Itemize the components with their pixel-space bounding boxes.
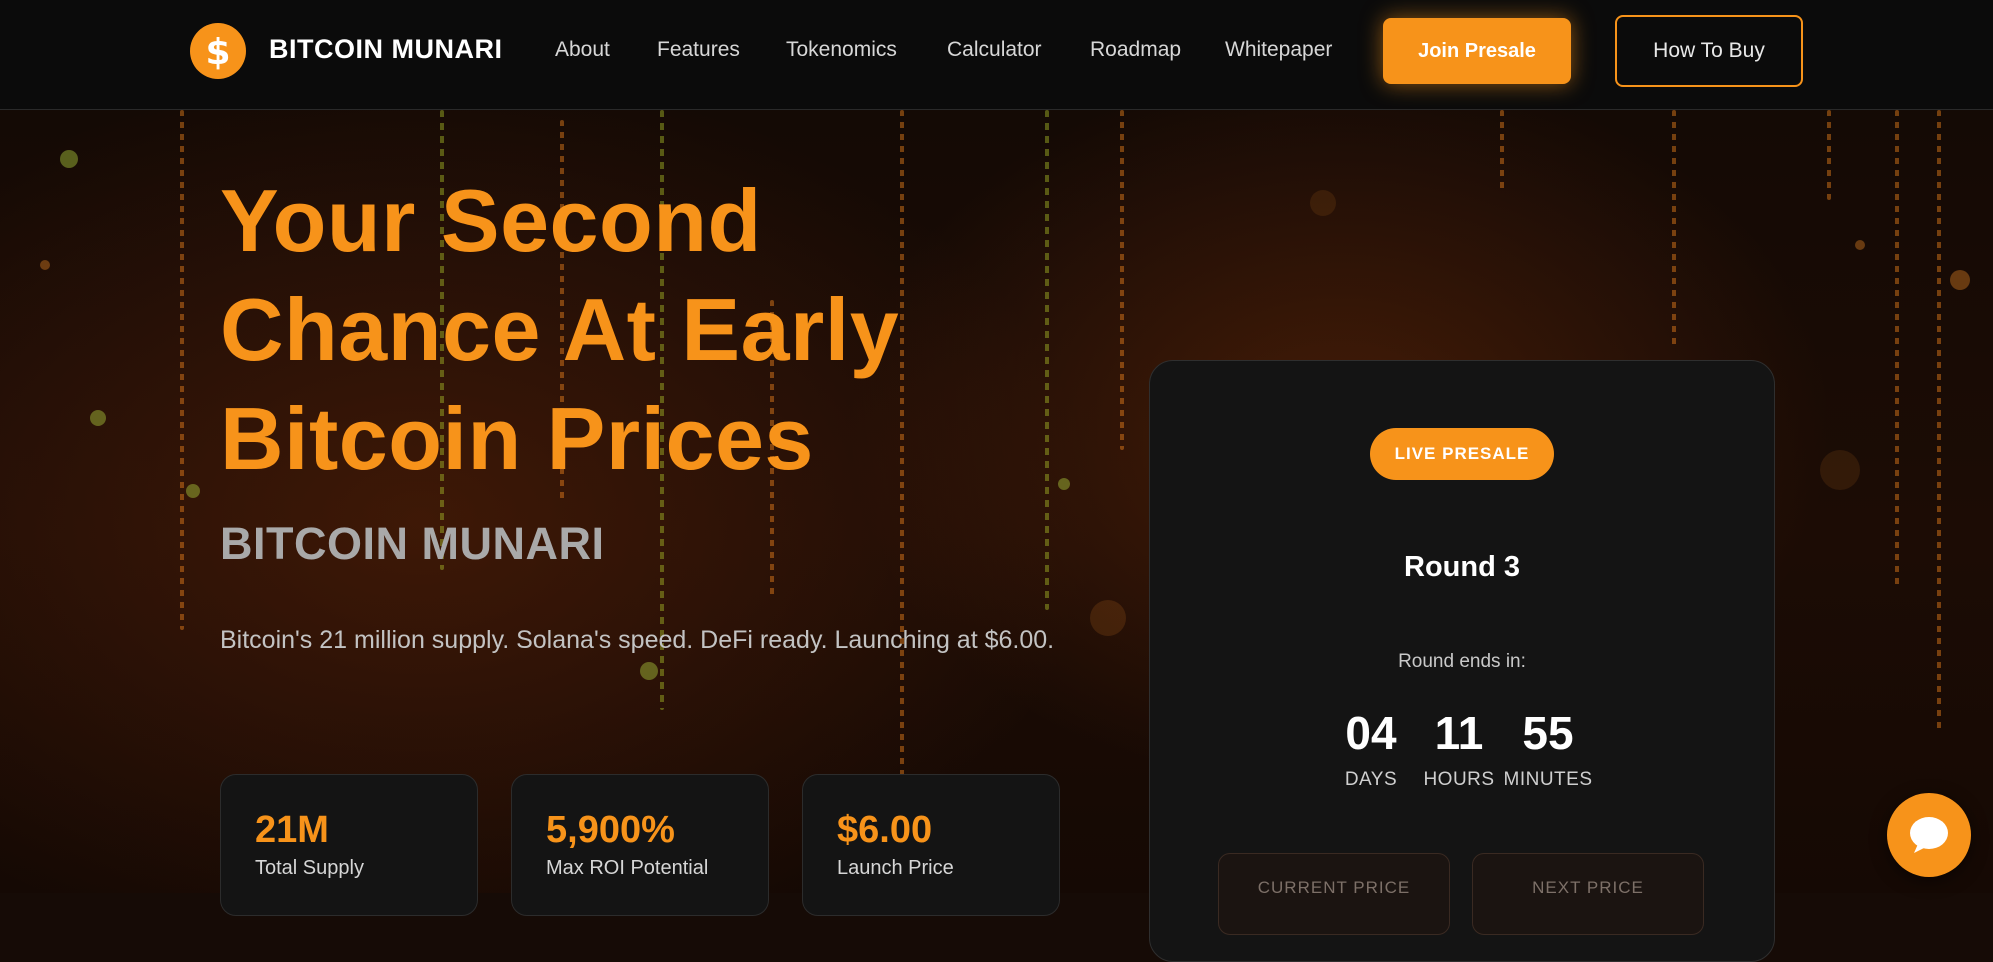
nav-calculator[interactable]: Calculator (947, 38, 1042, 62)
countdown-unit: DAYS (1344, 769, 1398, 790)
countdown-value: 11 (1434, 707, 1484, 759)
current-price-box: CURRENT PRICE (1218, 853, 1450, 935)
stat-label: Total Supply (255, 857, 364, 879)
nav-features[interactable]: Features (657, 38, 740, 62)
stat-card: 5,900% Max ROI Potential (511, 774, 769, 916)
stat-value: 21M (255, 809, 329, 851)
how-to-buy-button[interactable]: How To Buy (1615, 15, 1803, 87)
hero-description: Bitcoin's 21 million supply. Solana's sp… (220, 626, 1055, 654)
join-presale-button[interactable]: Join Presale (1383, 18, 1571, 84)
countdown-minutes: 55 MINUTES (1498, 707, 1598, 791)
countdown-unit: HOURS (1423, 769, 1495, 790)
countdown-value: 55 (1522, 707, 1574, 759)
hero-title: Your Second Chance At Early Bitcoin Pric… (220, 166, 980, 493)
top-navbar: $ BITCOIN MUNARI About Features Tokenomi… (0, 0, 1993, 110)
stat-card: 21M Total Supply (220, 774, 478, 916)
nav-whitepaper[interactable]: Whitepaper (1225, 38, 1332, 62)
hero-title-line: Bitcoin Prices (220, 389, 814, 488)
current-price-label: CURRENT PRICE (1257, 878, 1411, 897)
presale-card: LIVE PRESALE Round 3 Round ends in: 04 D… (1149, 360, 1775, 962)
nav-tokenomics[interactable]: Tokenomics (786, 38, 897, 62)
stat-label: Max ROI Potential (546, 857, 709, 879)
stat-value: $6.00 (837, 809, 933, 851)
chat-bubble-icon[interactable] (1887, 793, 1971, 877)
next-price-label: NEXT PRICE (1532, 878, 1644, 897)
svg-text:$: $ (205, 32, 230, 71)
stat-label: Launch Price (837, 857, 954, 879)
round-ends-label: Round ends in: (1398, 651, 1526, 672)
hero-subtitle: BITCOIN MUNARI (220, 518, 605, 569)
stat-value: 5,900% (546, 809, 675, 851)
countdown-unit: MINUTES (1503, 769, 1593, 790)
dollar-coin-icon[interactable]: $ (190, 23, 246, 79)
countdown-value: 04 (1345, 707, 1397, 759)
brand-name[interactable]: BITCOIN MUNARI (269, 34, 502, 65)
nav-about[interactable]: About (555, 38, 610, 62)
round-label: Round 3 (1404, 551, 1520, 583)
nav-roadmap[interactable]: Roadmap (1090, 38, 1181, 62)
stat-card: $6.00 Launch Price (802, 774, 1060, 916)
live-presale-badge: LIVE PRESALE (1370, 428, 1554, 480)
countdown-days: 04 DAYS (1321, 707, 1421, 791)
next-price-box: NEXT PRICE (1472, 853, 1704, 935)
hero-title-line: Chance At Early (220, 280, 900, 379)
hero-title-line: Your Second (220, 171, 762, 270)
countdown-hours: 11 HOURS (1409, 707, 1509, 791)
